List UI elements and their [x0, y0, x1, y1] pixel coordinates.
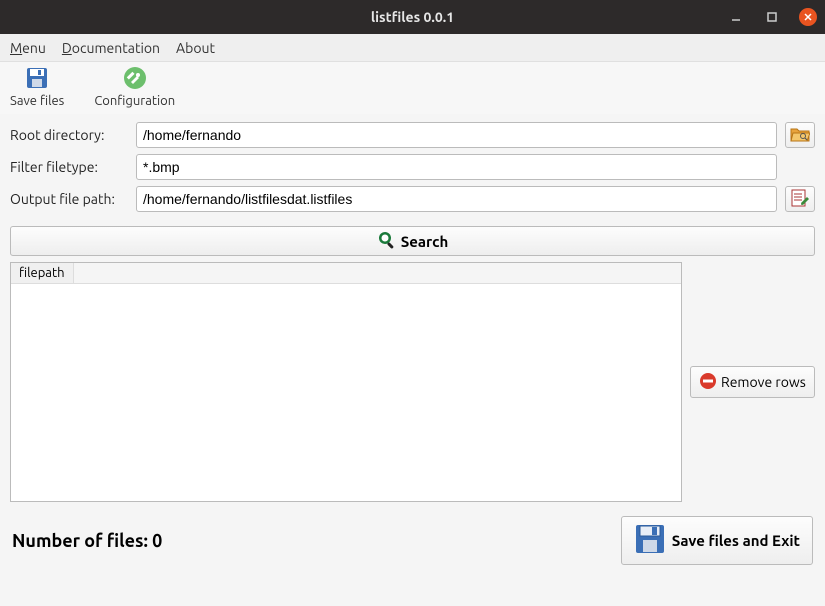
save-files-label: Save files	[10, 94, 64, 108]
menu-menu[interactable]: Menu	[10, 40, 46, 56]
filter-filetype-label: Filter filetype:	[10, 159, 128, 175]
remove-icon	[699, 372, 717, 393]
edit-file-icon	[790, 189, 810, 210]
remove-rows-label: Remove rows	[721, 374, 806, 390]
window-controls	[727, 8, 817, 26]
output-path-row: Output file path:	[10, 186, 815, 212]
footer: Number of files: 0 Save files and Exit	[0, 502, 825, 579]
save-and-exit-label: Save files and Exit	[672, 532, 800, 549]
tools-icon	[123, 66, 147, 90]
save-files-button[interactable]: Save files	[10, 66, 64, 108]
minimize-icon[interactable]	[727, 8, 745, 26]
edit-output-button[interactable]	[785, 186, 815, 212]
menu-documentation[interactable]: Documentation	[62, 40, 160, 56]
form-area: Root directory: Filter filetype: Output …	[0, 114, 825, 222]
search-button[interactable]: Search	[10, 226, 815, 256]
titlebar: listfiles 0.0.1	[0, 0, 825, 34]
configuration-label: Configuration	[94, 94, 175, 108]
filter-filetype-row: Filter filetype:	[10, 154, 815, 180]
maximize-icon[interactable]	[763, 8, 781, 26]
content-row: filepath Remove rows	[0, 262, 825, 502]
file-count-label: Number of files: 0	[12, 531, 162, 551]
search-icon	[377, 230, 397, 253]
floppy-large-icon	[634, 523, 666, 558]
save-and-exit-button[interactable]: Save files and Exit	[621, 516, 813, 565]
results-table[interactable]: filepath	[10, 262, 682, 502]
configuration-button[interactable]: Configuration	[94, 66, 175, 108]
window-title: listfiles 0.0.1	[371, 9, 454, 25]
table-header: filepath	[11, 263, 681, 284]
output-path-input[interactable]	[136, 186, 777, 212]
close-icon[interactable]	[799, 8, 817, 26]
output-path-label: Output file path:	[10, 191, 128, 207]
folder-open-icon	[790, 126, 810, 145]
browse-folder-button[interactable]	[785, 122, 815, 148]
floppy-icon	[25, 66, 49, 90]
filter-filetype-input[interactable]	[136, 154, 777, 180]
remove-rows-button[interactable]: Remove rows	[690, 366, 815, 398]
root-directory-row: Root directory:	[10, 122, 815, 148]
menubar: Menu Documentation About	[0, 34, 825, 62]
root-directory-label: Root directory:	[10, 127, 128, 143]
toolbar: Save files Configuration	[0, 62, 825, 114]
menu-about[interactable]: About	[176, 40, 215, 56]
search-label: Search	[401, 233, 449, 250]
root-directory-input[interactable]	[136, 122, 777, 148]
column-filepath[interactable]: filepath	[11, 263, 74, 283]
